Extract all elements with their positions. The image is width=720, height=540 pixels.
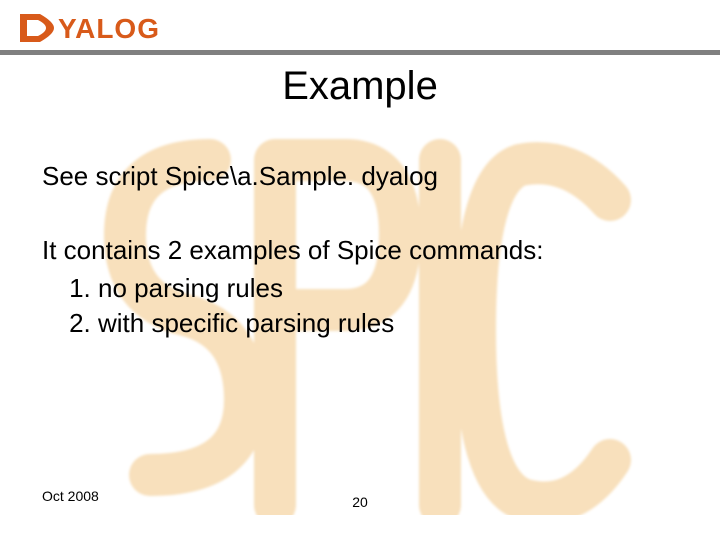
lead-text: It contains 2 examples of Spice commands… (42, 234, 682, 268)
list-item: with specific parsing rules (98, 307, 682, 341)
list-item: no parsing rules (98, 272, 682, 306)
svg-text:YALOG: YALOG (58, 13, 160, 44)
dyalog-logo: YALOG (14, 8, 214, 48)
intro-text: See script Spice\a.Sample. dyalog (42, 160, 682, 194)
slide-body: See script Spice\a.Sample. dyalog It con… (42, 160, 682, 343)
slide-title: Example (0, 64, 720, 109)
example-list: no parsing rules with specific parsing r… (42, 272, 682, 342)
footer-page-number: 20 (0, 494, 720, 510)
header-divider (0, 50, 720, 55)
